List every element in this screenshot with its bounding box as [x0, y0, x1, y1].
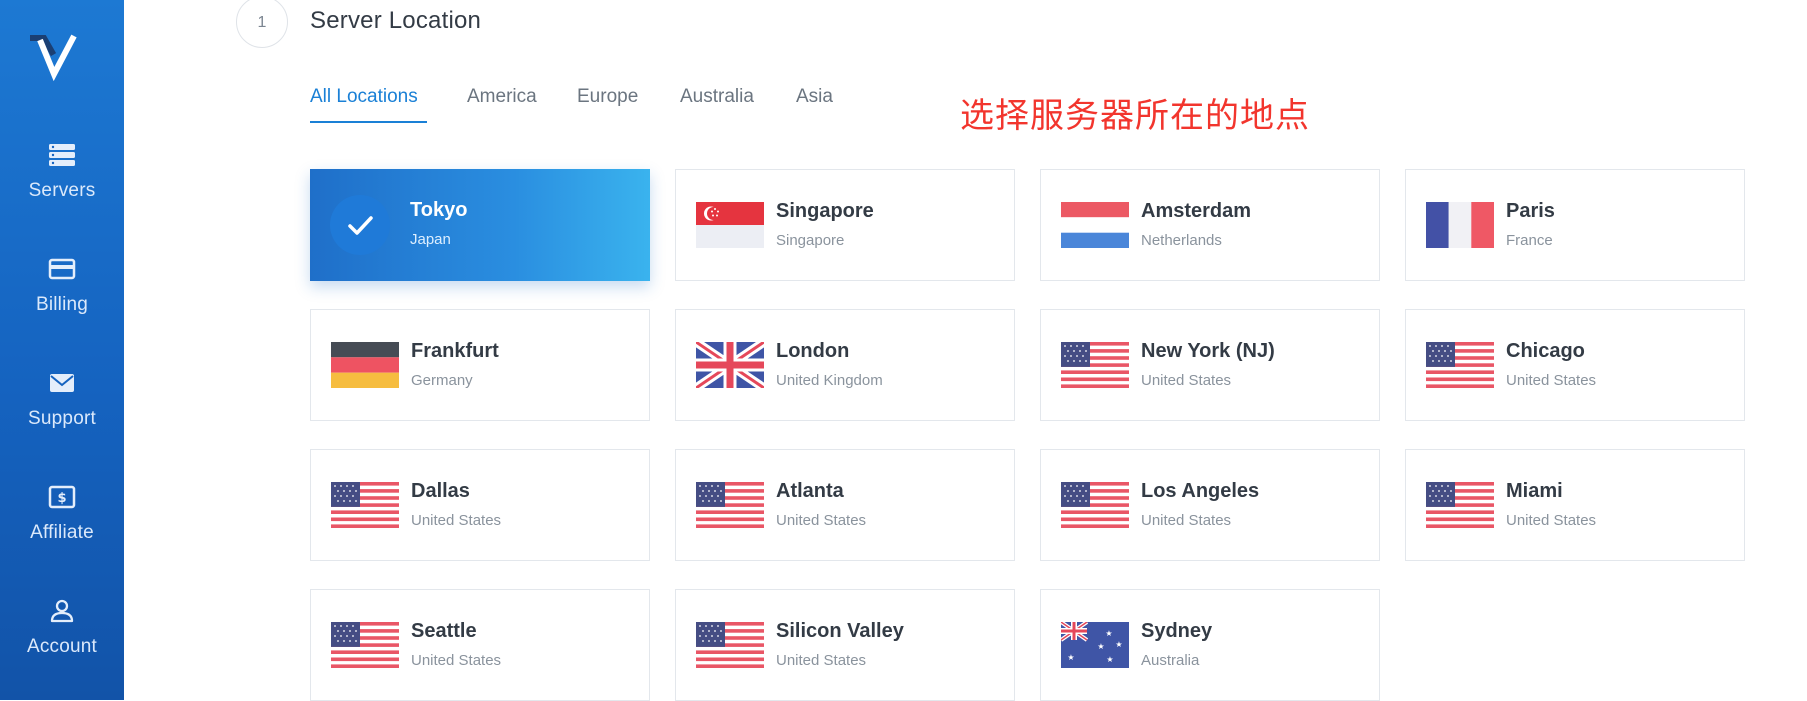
us-flag-icon	[1426, 482, 1494, 528]
location-card-dallas[interactable]: Dallas United States	[310, 449, 650, 561]
section-title: Server Location	[310, 7, 482, 34]
location-card-tokyo[interactable]: Tokyo Japan	[310, 169, 650, 281]
france-flag-icon	[1426, 202, 1494, 248]
svg-text:★: ★	[1067, 653, 1074, 662]
location-city: Los Angeles	[1141, 480, 1260, 502]
servers-icon	[0, 142, 124, 172]
uk-flag-icon	[696, 342, 764, 388]
us-flag-icon	[696, 482, 764, 528]
location-city: Seattle	[411, 620, 477, 642]
location-country: United States	[1506, 372, 1597, 389]
location-city: Paris	[1506, 200, 1555, 222]
us-flag-icon	[1061, 482, 1129, 528]
location-country: Japan	[410, 231, 451, 248]
location-country: United States	[1141, 372, 1232, 389]
credit-card-icon	[0, 256, 124, 286]
location-city: Amsterdam	[1141, 200, 1252, 222]
singapore-flag-icon	[696, 202, 764, 248]
location-country: United Kingdom	[776, 372, 883, 389]
location-card-miami[interactable]: Miami United States	[1405, 449, 1745, 561]
location-city: Silicon Valley	[776, 620, 904, 642]
tab-america[interactable]: America	[467, 86, 537, 108]
us-flag-icon	[331, 482, 399, 528]
svg-text:$: $	[57, 491, 66, 506]
dollar-bill-icon: $	[0, 484, 124, 514]
svg-text:★: ★	[1106, 655, 1113, 664]
sidebar-item-billing[interactable]: Billing	[0, 256, 124, 336]
location-card-singapore[interactable]: Singapore Singapore	[675, 169, 1015, 281]
location-country: Netherlands	[1141, 232, 1222, 249]
us-flag-icon	[331, 622, 399, 668]
us-flag-icon	[696, 622, 764, 668]
netherlands-flag-icon	[1061, 202, 1129, 248]
active-tab-underline	[310, 121, 427, 123]
location-card-amsterdam[interactable]: Amsterdam Netherlands	[1040, 169, 1380, 281]
location-city: Tokyo	[410, 199, 468, 221]
sidebar-item-label: Servers	[28, 180, 96, 201]
svg-text:★: ★	[1105, 629, 1112, 638]
location-card-new-york[interactable]: New York (NJ) United States	[1040, 309, 1380, 421]
svg-text:★: ★	[1115, 640, 1122, 649]
location-card-chicago[interactable]: Chicago United States	[1405, 309, 1745, 421]
us-flag-icon	[1426, 342, 1494, 388]
australia-flag-icon: ★ ★ ★ ★ ★	[1061, 622, 1129, 668]
location-country: United States	[1506, 512, 1597, 529]
svg-text:★: ★	[1097, 642, 1104, 651]
location-card-los-angeles[interactable]: Los Angeles United States	[1040, 449, 1380, 561]
location-city: Miami	[1506, 480, 1563, 502]
location-city: Singapore	[776, 200, 874, 222]
location-country: United States	[776, 512, 867, 529]
check-icon	[330, 195, 390, 255]
location-country: Australia	[1141, 652, 1200, 669]
location-country: Germany	[411, 372, 473, 389]
vultr-logo-icon[interactable]	[29, 32, 82, 82]
location-city: New York (NJ)	[1141, 340, 1275, 362]
location-card-seattle[interactable]: Seattle United States	[310, 589, 650, 701]
location-country: United States	[1141, 512, 1232, 529]
location-card-paris[interactable]: Paris France	[1405, 169, 1745, 281]
location-country: United States	[411, 652, 502, 669]
sidebar-item-affiliate[interactable]: $ Affiliate	[0, 484, 124, 564]
location-city: Atlanta	[776, 480, 844, 502]
sidebar-item-servers[interactable]: Servers	[0, 142, 124, 222]
annotation-text: 选择服务器所在的地点	[960, 96, 1310, 136]
location-card-frankfurt[interactable]: Frankfurt Germany	[310, 309, 650, 421]
location-country: United States	[411, 512, 502, 529]
location-country: Singapore	[776, 232, 845, 249]
sidebar-item-label: Affiliate	[30, 522, 94, 543]
tab-australia[interactable]: Australia	[680, 86, 754, 108]
user-icon	[0, 598, 124, 628]
location-card-sydney[interactable]: ★ ★ ★ ★ ★ Sydney Australia	[1040, 589, 1380, 701]
sidebar-item-support[interactable]: Support	[0, 370, 124, 450]
sidebar-item-label: Billing	[35, 294, 89, 315]
envelope-icon	[0, 370, 124, 400]
location-city: Frankfurt	[411, 340, 499, 362]
location-card-london[interactable]: London United Kingdom	[675, 309, 1015, 421]
location-card-silicon-valley[interactable]: Silicon Valley United States	[675, 589, 1015, 701]
step-number: 1	[236, 0, 288, 48]
sidebar-item-label: Account	[26, 636, 98, 657]
germany-flag-icon	[331, 342, 399, 388]
location-city: London	[776, 340, 850, 362]
location-country: France	[1506, 232, 1553, 249]
sidebar-item-account[interactable]: Account	[0, 598, 124, 678]
tab-all-locations[interactable]: All Locations	[310, 86, 418, 108]
sidebar-item-label: Support	[28, 408, 96, 429]
tab-europe[interactable]: Europe	[577, 86, 638, 108]
location-city: Dallas	[411, 480, 470, 502]
us-flag-icon	[1061, 342, 1129, 388]
location-card-atlanta[interactable]: Atlanta United States	[675, 449, 1015, 561]
location-city: Sydney	[1141, 620, 1213, 642]
tab-asia[interactable]: Asia	[796, 86, 833, 108]
location-country: United States	[776, 652, 867, 669]
location-city: Chicago	[1506, 340, 1585, 362]
sidebar: Servers Billing Support $ Affiliate Acco…	[0, 0, 124, 700]
